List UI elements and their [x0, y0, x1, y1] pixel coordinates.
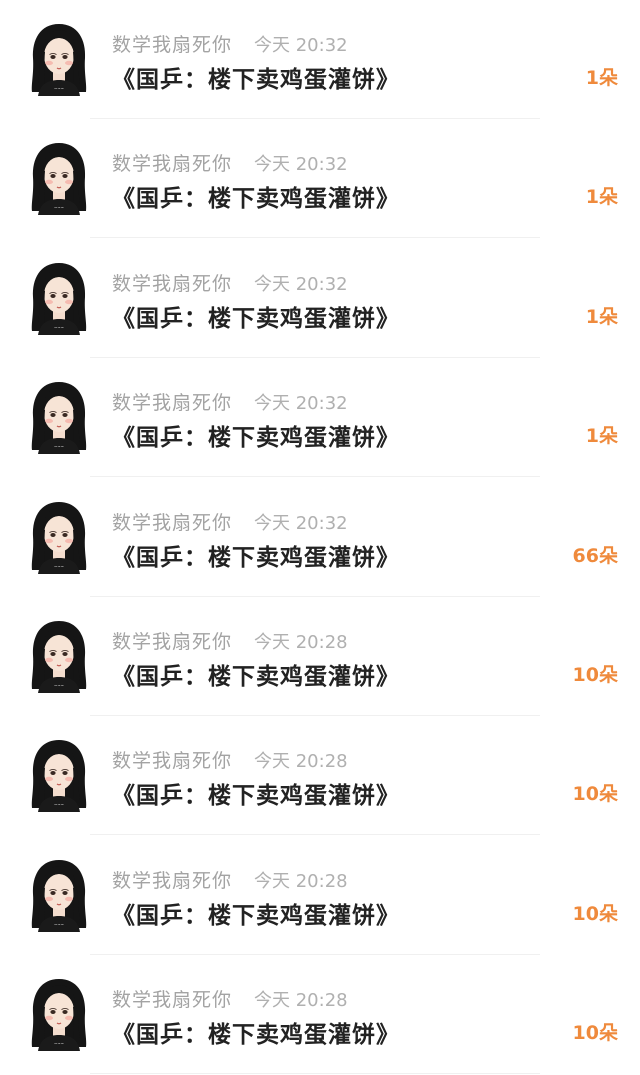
timestamp: 今天 20:32 — [254, 512, 348, 534]
flower-count: 1朵 — [585, 186, 618, 209]
gift-title: 《国乒：楼下卖鸡蛋灌饼》 — [112, 544, 400, 571]
gift-title: 《国乒：楼下卖鸡蛋灌饼》 — [112, 1022, 400, 1049]
cartoon-girl-avatar-icon: ~~~ — [28, 979, 90, 1055]
gift-record-list: ~~~ 数学我扇死你 今天 20:32 《国乒：楼下卖鸡蛋灌饼》 1朵 ~~~ 数学我… — [0, 0, 640, 1075]
list-item[interactable]: ~~~ 数学我扇死你 今天 20:32 《国乒：楼下卖鸡蛋灌饼》 1朵 — [0, 0, 640, 119]
flower-count: 10朵 — [572, 902, 618, 925]
avatar[interactable]: ~~~ — [28, 141, 90, 216]
flower-count: 1朵 — [585, 425, 618, 448]
username[interactable]: 数学我扇死你 — [112, 746, 232, 773]
timestamp: 今天 20:32 — [254, 35, 348, 56]
cartoon-girl-avatar-icon: ~~~ — [28, 262, 90, 339]
avatar[interactable]: ~~~ — [28, 977, 90, 1052]
cartoon-girl-avatar-icon: ~~~ — [28, 859, 90, 936]
username[interactable]: 数学我扇死你 — [112, 30, 232, 57]
list-item[interactable]: ~~~ 数学我扇死你 今天 20:28 《国乒：楼下卖鸡蛋灌饼》 10朵 — [0, 836, 640, 955]
cartoon-girl-avatar-icon: ~~~ — [28, 501, 90, 578]
username[interactable]: 数学我扇死你 — [112, 866, 232, 893]
gift-title: 《国乒：楼下卖鸡蛋灌饼》 — [112, 902, 400, 929]
cartoon-girl-avatar-icon: ~~~ — [28, 740, 90, 816]
gift-title: 《国乒：楼下卖鸡蛋灌饼》 — [112, 305, 400, 332]
avatar[interactable]: ~~~ — [28, 738, 90, 813]
username[interactable]: 数学我扇死你 — [112, 269, 232, 296]
svg-text:~~~: ~~~ — [54, 444, 64, 449]
flower-count: 10朵 — [572, 783, 618, 806]
flower-count: 1朵 — [585, 305, 618, 328]
avatar[interactable]: ~~~ — [28, 22, 90, 96]
avatar[interactable]: ~~~ — [28, 261, 90, 335]
gift-title: 《国乒：楼下卖鸡蛋灌饼》 — [112, 425, 400, 452]
svg-text:~~~: ~~~ — [54, 683, 64, 688]
timestamp: 今天 20:32 — [254, 393, 348, 415]
gift-title: 《国乒：楼下卖鸡蛋灌饼》 — [112, 783, 400, 810]
flower-count: 1朵 — [585, 67, 618, 89]
svg-text:~~~: ~~~ — [54, 325, 64, 330]
list-item[interactable]: ~~~ 数学我扇死你 今天 20:28 《国乒：楼下卖鸡蛋灌饼》 10朵 — [0, 716, 640, 836]
list-item[interactable]: ~~~ 数学我扇死你 今天 20:32 《国乒：楼下卖鸡蛋灌饼》 1朵 — [0, 239, 640, 358]
timestamp: 今天 20:28 — [254, 990, 348, 1012]
svg-text:~~~: ~~~ — [54, 1041, 64, 1046]
flower-count: 10朵 — [572, 664, 618, 686]
list-item[interactable]: ~~~ 数学我扇死你 今天 20:28 《国乒：楼下卖鸡蛋灌饼》 10朵 — [0, 597, 640, 716]
username[interactable]: 数学我扇死你 — [112, 388, 232, 415]
svg-text:~~~: ~~~ — [54, 922, 64, 927]
gift-title: 《国乒：楼下卖鸡蛋灌饼》 — [112, 67, 400, 93]
list-item[interactable]: ~~~ 数学我扇死你 今天 20:32 《国乒：楼下卖鸡蛋灌饼》 1朵 — [0, 358, 640, 478]
timestamp: 今天 20:28 — [254, 751, 348, 773]
username[interactable]: 数学我扇死你 — [112, 985, 232, 1012]
avatar[interactable]: ~~~ — [28, 619, 90, 693]
cartoon-girl-avatar-icon: ~~~ — [28, 143, 90, 219]
timestamp: 今天 20:28 — [254, 632, 348, 653]
username[interactable]: 数学我扇死你 — [112, 627, 232, 654]
list-item[interactable]: ~~~ 数学我扇死你 今天 20:32 《国乒：楼下卖鸡蛋灌饼》 1朵 — [0, 119, 640, 239]
svg-text:~~~: ~~~ — [54, 802, 64, 807]
username[interactable]: 数学我扇死你 — [112, 508, 232, 535]
list-item[interactable]: ~~~ 数学我扇死你 今天 20:28 《国乒：楼下卖鸡蛋灌饼》 10朵 — [0, 955, 640, 1075]
avatar[interactable]: ~~~ — [28, 500, 90, 574]
timestamp: 今天 20:32 — [254, 154, 348, 176]
timestamp: 今天 20:28 — [254, 870, 348, 892]
svg-text:~~~: ~~~ — [54, 564, 64, 569]
cartoon-girl-avatar-icon: ~~~ — [28, 382, 90, 458]
cartoon-girl-avatar-icon: ~~~ — [28, 621, 90, 697]
avatar[interactable]: ~~~ — [28, 858, 90, 932]
svg-text:~~~: ~~~ — [54, 205, 64, 210]
gift-title: 《国乒：楼下卖鸡蛋灌饼》 — [112, 186, 400, 213]
list-item[interactable]: ~~~ 数学我扇死你 今天 20:32 《国乒：楼下卖鸡蛋灌饼》 66朵 — [0, 478, 640, 597]
username[interactable]: 数学我扇死你 — [112, 149, 232, 176]
gift-title: 《国乒：楼下卖鸡蛋灌饼》 — [112, 664, 400, 690]
svg-text:~~~: ~~~ — [54, 86, 64, 91]
flower-count: 10朵 — [572, 1022, 618, 1045]
avatar[interactable]: ~~~ — [28, 380, 90, 455]
flower-count: 66朵 — [572, 544, 618, 567]
timestamp: 今天 20:32 — [254, 273, 348, 295]
cartoon-girl-avatar-icon: ~~~ — [28, 24, 90, 100]
row-divider — [90, 1073, 540, 1075]
